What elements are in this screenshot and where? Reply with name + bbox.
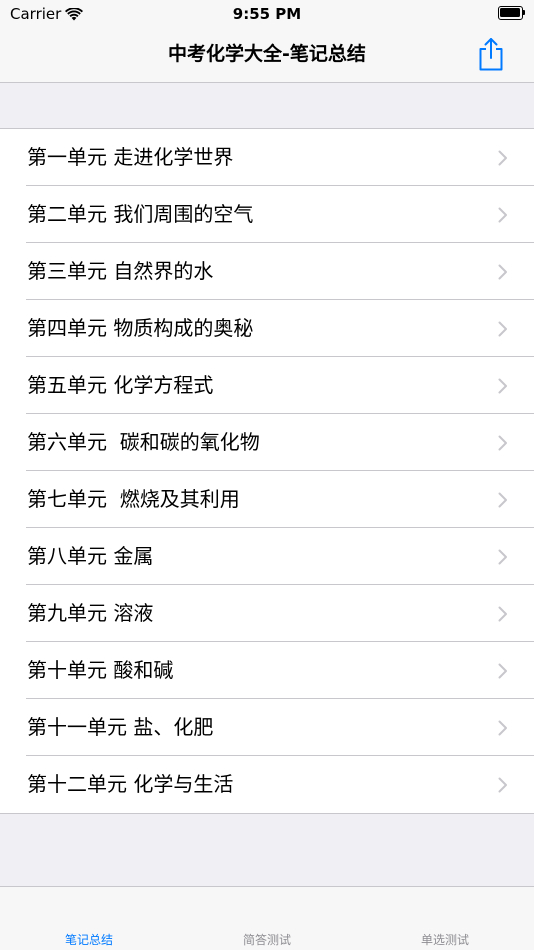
list-item-unit-2[interactable]: 第二单元 我们周围的空气	[0, 186, 534, 243]
status-time: 9:55 PM	[232, 5, 302, 23]
tab-notes-summary[interactable]: 笔记总结	[0, 887, 178, 950]
list-item-unit-7[interactable]: 第七单元 燃烧及其利用	[0, 471, 534, 528]
list-item-label: 第十单元 酸和碱	[27, 658, 174, 682]
chevron-right-icon	[498, 606, 508, 622]
list-item-label: 第五单元 化学方程式	[27, 373, 214, 397]
battery-icon	[498, 6, 526, 20]
chevron-right-icon	[498, 720, 508, 736]
list-item-unit-11[interactable]: 第十一单元 盐、化肥	[0, 699, 534, 756]
tab-bar: 笔记总结 简答测试 单选测试	[0, 886, 534, 950]
chevron-right-icon	[498, 378, 508, 394]
list-item-label: 第三单元 自然界的水	[27, 259, 214, 283]
list-item-label: 第二单元 我们周围的空气	[27, 202, 254, 226]
chevron-right-icon	[498, 777, 508, 793]
list-item-unit-3[interactable]: 第三单元 自然界的水	[0, 243, 534, 300]
chevron-right-icon	[498, 150, 508, 166]
list-item-label: 第一单元 走进化学世界	[27, 145, 234, 169]
list-item-unit-8[interactable]: 第八单元 金属	[0, 528, 534, 585]
share-icon	[476, 36, 506, 72]
list-item-unit-9[interactable]: 第九单元 溶液	[0, 585, 534, 642]
list-item-label: 第八单元 金属	[27, 544, 154, 568]
chevron-right-icon	[498, 663, 508, 679]
share-button[interactable]	[476, 36, 506, 72]
list-item-label: 第九单元 溶液	[27, 601, 154, 625]
list-item-label: 第七单元 燃烧及其利用	[27, 487, 240, 511]
navigation-bar: 中考化学大全-笔记总结	[0, 28, 534, 83]
list-item-label: 第十一单元 盐、化肥	[27, 715, 214, 739]
list-item-label: 第四单元 物质构成的奥秘	[27, 316, 254, 340]
chevron-right-icon	[498, 549, 508, 565]
list-item-label: 第十二单元 化学与生活	[27, 772, 234, 796]
tab-short-answer-test[interactable]: 简答测试	[178, 887, 356, 950]
status-bar: Carrier 9:55 PM	[0, 0, 534, 28]
tab-label: 笔记总结	[64, 933, 113, 947]
chevron-right-icon	[498, 207, 508, 223]
tab-single-choice-test[interactable]: 单选测试	[356, 887, 534, 950]
unit-list: 第一单元 走进化学世界 第二单元 我们周围的空气 第三单元 自然界的水 第四单元…	[0, 128, 534, 814]
list-item-unit-5[interactable]: 第五单元 化学方程式	[0, 357, 534, 414]
tab-label: 简答测试	[242, 933, 291, 947]
chevron-right-icon	[498, 492, 508, 508]
list-item-unit-12[interactable]: 第十二单元 化学与生活	[0, 756, 534, 813]
list-item-label: 第六单元 碳和碳的氧化物	[27, 430, 260, 454]
chevron-right-icon	[498, 264, 508, 280]
chevron-right-icon	[498, 435, 508, 451]
list-item-unit-4[interactable]: 第四单元 物质构成的奥秘	[0, 300, 534, 357]
page-title: 中考化学大全-笔记总结	[168, 43, 366, 65]
list-item-unit-1[interactable]: 第一单元 走进化学世界	[0, 129, 534, 186]
chevron-right-icon	[498, 321, 508, 337]
tab-label: 单选测试	[420, 933, 469, 947]
list-item-unit-10[interactable]: 第十单元 酸和碱	[0, 642, 534, 699]
list-item-unit-6[interactable]: 第六单元 碳和碳的氧化物	[0, 414, 534, 471]
